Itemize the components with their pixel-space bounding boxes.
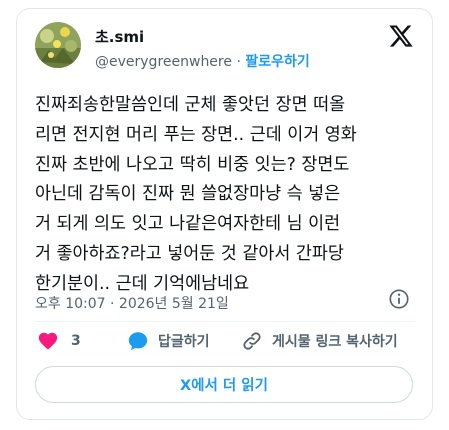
tweet-text: 진짜죄송한말씀인데 군체 좋앗던 장면 떠올 리면 전지현 머리 푸는 장면..… — [35, 91, 423, 300]
x-logo-icon[interactable] — [388, 23, 414, 49]
display-name[interactable]: 초.smi — [95, 26, 144, 47]
action-bar: 3 답글하기 게시물 링크 복사하기 — [35, 329, 425, 353]
tweet-line: 진짜 초반에 나오고 딱히 비중 잇는? 장면도 — [35, 154, 350, 175]
tweet-header: 초.smi @everygreenwhere · 팔로우하기 — [17, 9, 432, 79]
read-more-button[interactable]: X에서 더 읽기 — [35, 366, 413, 403]
reply-button[interactable]: 답글하기 — [127, 329, 210, 353]
tweet-line: 진짜죄송한말씀인데 군체 좋앗던 장면 떠올 — [35, 95, 346, 115]
divider — [35, 321, 414, 322]
handle[interactable]: @everygreenwhere — [95, 54, 232, 70]
tweet-line: 거 좋아하죠?라고 넣어둔 것 같아서 간파당 — [35, 243, 344, 264]
tweet-card: 초.smi @everygreenwhere · 팔로우하기 진짜죄송한말씀인데… — [16, 8, 433, 420]
handle-line: @everygreenwhere · 팔로우하기 — [95, 51, 310, 71]
tweet-line: 거 되게 의도 잇고 나같은여자한테 님 이런 — [35, 214, 341, 235]
copy-link-button[interactable]: 게시물 링크 복사하기 — [241, 329, 398, 353]
tweet-line: 아닌데 감독이 진짜 뭔 쓸없장마냥 슥 넣은 — [35, 184, 341, 205]
tweet-timestamp[interactable]: 오후 10:07 · 2026년 5월 21일 — [35, 293, 229, 313]
reply-label: 답글하기 — [158, 334, 210, 350]
heart-icon — [38, 332, 58, 350]
like-button[interactable]: 3 — [37, 329, 81, 353]
follow-button[interactable]: 팔로우하기 — [245, 54, 309, 70]
avatar[interactable] — [35, 22, 81, 68]
like-count: 3 — [71, 333, 81, 349]
reply-bubble-icon — [128, 332, 148, 350]
info-icon[interactable] — [388, 288, 410, 310]
separator-dot: · — [236, 54, 241, 70]
tweet-line: 리면 전지현 머리 푸는 장면.. 근데 이거 영화 — [35, 124, 357, 145]
link-icon — [243, 332, 261, 350]
copy-link-label: 게시물 링크 복사하기 — [272, 334, 398, 350]
